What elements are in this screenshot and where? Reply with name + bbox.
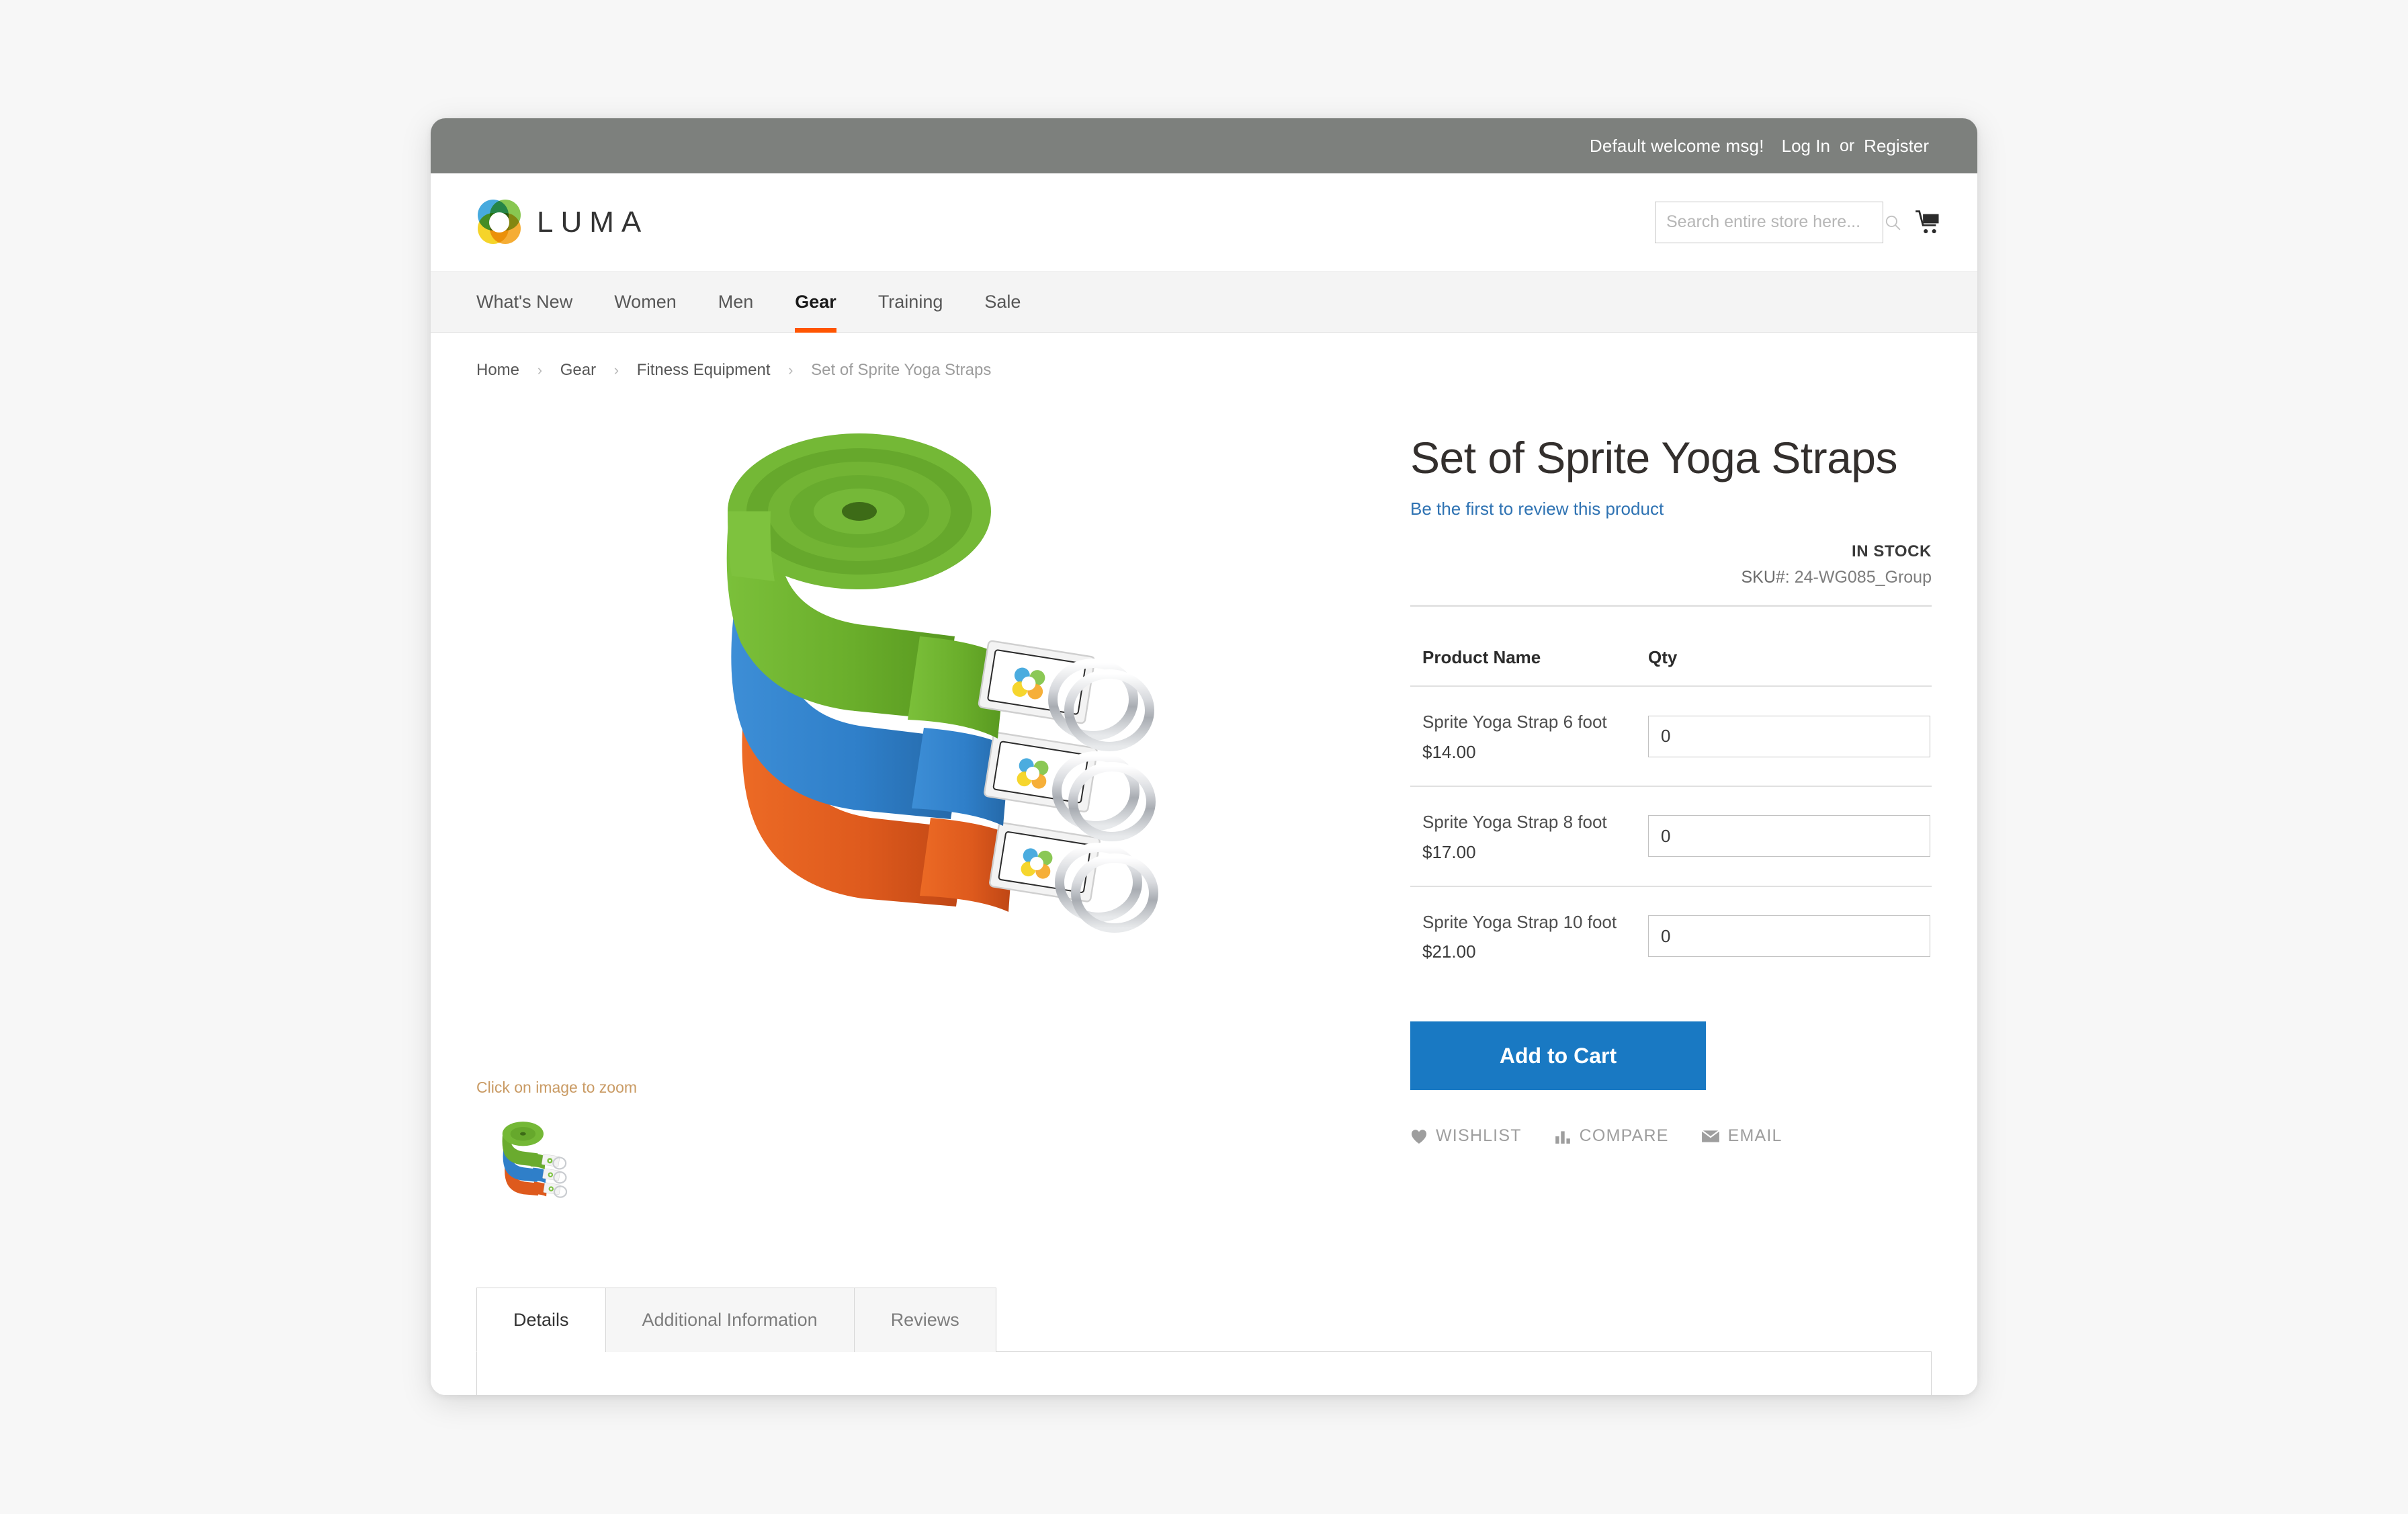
nav-item-gear[interactable]: Gear [795,271,836,333]
site-header: LUMA [431,173,1977,271]
cart-icon[interactable] [1913,208,1942,237]
page-title: Set of Sprite Yoga Straps [1410,433,1898,482]
breadcrumb-separator-icon: › [788,362,793,378]
logo-text: LUMA [537,205,649,239]
product-info: Set of Sprite Yoga Straps Be the first t… [1377,400,1932,1146]
column-header-product-name: Product Name [1422,647,1541,668]
qty-cell [1629,885,1932,986]
table-row: Sprite Yoga Strap 6 foot $14.00 [1410,685,1932,786]
product-price: $14.00 [1422,741,1476,762]
login-link[interactable]: Log In [1782,136,1830,157]
product-actions: WISHLIST COMPARE EMAIL [1410,1126,1932,1146]
tab-reviews[interactable]: Reviews [853,1288,996,1352]
table-header-row: Product Name Qty [1410,647,1932,686]
divider [1410,605,1932,607]
product-main-image[interactable] [476,400,1377,1085]
add-to-wishlist-link[interactable]: WISHLIST [1410,1126,1522,1146]
column-header-qty: Qty [1648,647,1678,668]
qty-input-10-foot[interactable] [1648,915,1930,958]
luma-logo-icon [476,199,522,245]
nav-item-men[interactable]: Men [718,271,754,333]
nav-item-women[interactable]: Women [614,271,677,333]
product-main: Click on image to zoom Set of Sprite Yog… [476,400,1932,1227]
product-name: Sprite Yoga Strap 6 foot [1422,712,1607,732]
qty-input-6-foot[interactable] [1648,715,1930,757]
tab-details[interactable]: Details [476,1288,606,1352]
product-price: $17.00 [1422,841,1476,862]
search-input[interactable] [1665,212,1884,233]
email-link[interactable]: EMAIL [1701,1126,1782,1146]
yoga-straps-illustration [726,433,1158,933]
register-link[interactable]: Register [1864,136,1929,157]
product-tabs-section: Details Additional Information Reviews [431,1288,1977,1395]
status-badge: IN STOCK [1851,542,1932,561]
gallery-thumbnail[interactable] [476,1113,591,1227]
or-separator: or [1839,136,1855,155]
qty-cell [1629,785,1932,886]
wishlist-label: WISHLIST [1436,1126,1522,1146]
nav-item-whats-new[interactable]: What's New [476,271,572,333]
compare-label: COMPARE [1579,1126,1669,1146]
logo[interactable]: LUMA [476,199,649,245]
product-tabs: Details Additional Information Reviews [476,1288,1932,1352]
utility-topbar: Default welcome msg! Log In or Register [431,118,1977,173]
qty-input-8-foot[interactable] [1648,815,1930,857]
search-box[interactable] [1655,201,1901,243]
sku-label: SKU#: [1741,568,1790,587]
breadcrumb-separator-icon: › [613,362,619,378]
yoga-straps-thumbnail-icon [502,1122,568,1198]
product-name-cell: Sprite Yoga Strap 8 foot $17.00 [1410,785,1629,886]
breadcrumb-item-fitness-equipment[interactable]: Fitness Equipment [637,361,771,379]
breadcrumb-item-gear[interactable]: Gear [560,361,596,379]
product-price: $21.00 [1422,941,1476,962]
sku-line: SKU#: 24-WG085_Group [1410,568,1932,587]
product-name-cell: Sprite Yoga Strap 10 foot $21.00 [1410,885,1629,986]
qty-cell [1629,685,1932,786]
nav-item-training[interactable]: Training [878,271,943,333]
email-label: EMAIL [1727,1126,1782,1146]
thumbnail-row [476,1113,1377,1227]
breadcrumb-item-home[interactable]: Home [476,361,519,379]
add-to-cart-button[interactable]: Add to Cart [1410,1021,1706,1091]
review-link[interactable]: Be the first to review this product [1410,499,1664,519]
table-row: Sprite Yoga Strap 10 foot $21.00 [1410,885,1932,986]
page-content: Home › Gear › Fitness Equipment › Set of… [431,333,1977,1227]
search-icon[interactable] [1884,214,1901,231]
nav-item-sale[interactable]: Sale [984,271,1021,333]
breadcrumb-item-current: Set of Sprite Yoga Straps [811,361,992,379]
browser-window: Default welcome msg! Log In or Register … [431,118,1977,1395]
envelope-icon [1701,1129,1720,1144]
grouped-product-table: Product Name Qty Sprite Yoga Strap 6 foo… [1410,647,1932,986]
welcome-message: Default welcome msg! [1589,135,1764,156]
product-name: Sprite Yoga Strap 8 foot [1422,811,1607,832]
sku-value: 24-WG085_Group [1794,568,1932,587]
breadcrumb: Home › Gear › Fitness Equipment › Set of… [476,333,1932,400]
main-navigation: What's New Women Men Gear Training Sale [431,271,1977,333]
tab-additional-information[interactable]: Additional Information [605,1288,855,1352]
add-to-compare-link[interactable]: COMPARE [1554,1126,1669,1146]
tab-panel-content [476,1351,1932,1395]
breadcrumb-separator-icon: › [537,362,543,378]
heart-icon [1410,1128,1428,1144]
table-row: Sprite Yoga Strap 8 foot $17.00 [1410,785,1932,886]
product-gallery: Click on image to zoom [476,400,1377,1227]
bar-chart-icon [1554,1128,1572,1144]
product-name: Sprite Yoga Strap 10 foot [1422,911,1617,932]
product-name-cell: Sprite Yoga Strap 6 foot $14.00 [1410,685,1629,786]
